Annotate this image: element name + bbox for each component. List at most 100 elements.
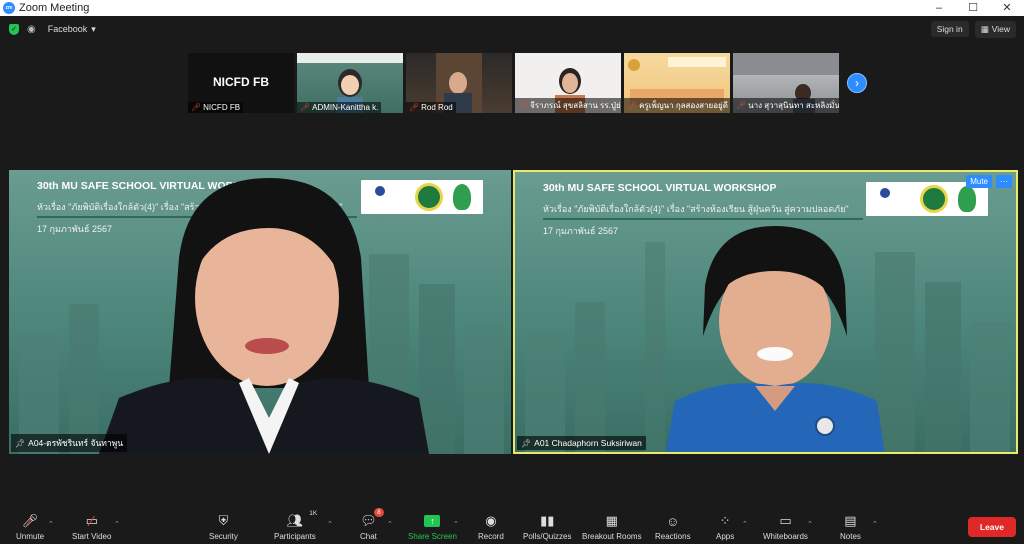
security-shield-icon[interactable]: ✓ [9,23,19,35]
participant-thumbnail[interactable]: NICFD FB 🎤︎ NICFD FB [188,53,294,113]
apps-button[interactable]: ⁘ Apps [716,512,734,541]
participant-name: A01 Chadaphorn Suksiriwan [534,438,642,448]
next-page-button[interactable]: › [847,73,867,93]
meeting-toolbar: 🎤︎ ⁄ Unmute ⌃ ▭ ⁄ Start Video ⌃ ⛨ Security… [0,508,1024,544]
mute-participant-button[interactable]: Mute [966,175,992,188]
more-options-button[interactable]: ··· [996,175,1012,188]
workshop-subtitle: หัวเรื่อง "ภัยพิบัติเรื่องใกล้ตัว(4)" เร… [543,204,849,214]
share-screen-button[interactable]: ↑ Share Screen [408,512,457,541]
maximize-button[interactable]: ☐ [956,0,990,16]
whiteboards-label: Whiteboards [763,532,808,541]
participants-label: Participants [274,532,316,541]
notes-label: Notes [840,532,861,541]
participant-name: ADMIN-Kanittha k. [312,103,379,112]
shield-icon: ⛨ [218,513,229,528]
breakout-grid-icon: ▦ [605,513,618,528]
share-options-chevron-icon[interactable]: ⌃ [453,520,459,528]
reactions-label: Reactions [655,532,691,541]
leave-button[interactable]: Leave [967,517,1016,537]
leaf-logo-icon [958,186,976,212]
minimize-button[interactable]: – [922,0,956,16]
mic-off-icon: 🎤︎ [627,101,638,110]
whiteboards-button[interactable]: ▭ Whiteboards [763,512,808,541]
smiley-icon: ☺ [666,513,680,529]
pin-icon: 📌︎ [15,438,26,448]
participant-name: A04-ดรพัชรินทร์ จันทาพูน [28,438,124,448]
unmute-button[interactable]: 🎤︎ ⁄ Unmute [16,512,45,542]
participants-options-chevron-icon[interactable]: ⌃ [327,520,333,528]
participant-name: Rod Rod [421,103,453,112]
notes-icon: ▤ [844,513,857,528]
participant-name: นาง สุวาสุนินทา สะหลิงมั่นยี่ ... [748,101,839,110]
participant-name: NICFD FB [203,103,241,112]
thumbnail-strip: NICFD FB 🎤︎ NICFD FB 🎤︎ ADMIN-Kanittha k. … [188,53,839,113]
pin-icon: 📌︎ [521,438,532,448]
video-options-chevron-icon[interactable]: ⌃ [114,520,120,528]
chevron-down-icon: ▾ [91,23,96,34]
mic-off-icon: 🎤︎ [409,103,420,112]
chat-unread-badge: 8 [374,508,384,517]
workshop-title: 30th MU SAFE SCHOOL VIRTUAL WORKSHOP [543,182,777,194]
polls-label: Polls/Quizzes [523,532,572,541]
participant-name: ครูเพ็ญนา กุลสองสายอยู่ดี [639,101,728,110]
connection-signal-icon[interactable]: ◉ [27,24,36,35]
share-screen-icon: ↑ [424,515,441,527]
participant-name: จีราภรณ์ สุขสลิสาน รร.ปู่ย่า [530,101,621,110]
video-off-icon: ▭ ⁄ [85,512,98,530]
record-button[interactable]: ◉ Record [478,512,504,541]
participants-icon: 👥︎ 1K [286,510,318,528]
participant-thumbnail[interactable]: 🎤︎ Rod Rod [406,53,512,113]
reactions-button[interactable]: ☺ Reactions [655,512,691,542]
mic-off-icon: 🎤︎ [736,101,747,110]
apps-icon: ⁘ [719,513,731,528]
mic-off-icon: 🎤︎ [518,101,529,110]
start-video-label: Start Video [72,532,112,541]
mic-off-icon: 🎤︎ [300,103,311,112]
emblem-logo-icon [920,185,948,213]
meeting-topbar: ✓ ◉ Facebook ▾ Sign in ▦ View [0,16,1024,42]
video-name-label: 📌︎ A01 Chadaphorn Suksiriwan [517,436,646,450]
sign-in-button[interactable]: Sign in [930,21,969,37]
chat-icon: 💬︎ 8 [360,508,384,530]
security-label: Security [209,532,238,541]
video-name-label: 📌︎ A04-ดรพัชรินทร์ จันทาพูน [11,434,128,452]
grid-icon: ▦ [980,23,989,34]
participant-thumbnail[interactable]: 🎤︎ ADMIN-Kanittha k. [297,53,403,113]
notes-button[interactable]: ▤ Notes [840,512,861,541]
zoom-logo-icon: zm [3,2,15,14]
university-logo-icon [880,188,890,198]
start-video-button[interactable]: ▭ ⁄ Start Video [72,512,112,542]
security-button[interactable]: ⛨ Security [209,512,238,541]
participant-thumbnail[interactable]: 🎤︎นาง สุวาสุนินทา สะหลิงมั่นยี่ ... [733,53,839,113]
active-speaker-video-tile[interactable]: 30th MU SAFE SCHOOL VIRTUAL WORKSHOP หัว… [513,170,1018,454]
participant-thumbnail[interactable]: 🎤︎ ครูเพ็ญนา กุลสองสายอยู่ดี [624,53,730,113]
share-screen-label: Share Screen [408,532,457,541]
breakout-label: Breakout Rooms [582,532,642,541]
participant-thumbnail[interactable]: 🎤︎ จีราภรณ์ สุขสลิสาน รร.ปู่ย่า [515,53,621,113]
mic-off-icon: 🎤︎ ⁄ [21,512,39,530]
participants-button[interactable]: 👥︎ 1K Participants [274,510,318,541]
polls-quizzes-button[interactable]: ▮▮ Polls/Quizzes [523,512,571,541]
main-video-tile[interactable]: 30th MU SAFE SCHOOL VIRTUAL WORKSHOP หัว… [9,170,511,454]
divider [543,218,863,220]
participants-count: 1K [309,510,318,517]
apps-label: Apps [716,532,735,541]
close-window-button[interactable]: ✕ [990,0,1024,16]
notes-options-chevron-icon[interactable]: ⌃ [872,520,878,528]
title-bar: zm Zoom Meeting – ☐ ✕ [0,0,1024,16]
view-button[interactable]: ▦ View [974,20,1016,38]
breakout-rooms-button[interactable]: ▦ Breakout Rooms [582,512,642,541]
chat-button[interactable]: 💬︎ 8 Chat [360,508,384,541]
whiteboards-options-chevron-icon[interactable]: ⌃ [807,520,813,528]
unmute-label: Unmute [16,532,45,541]
workshop-date: 17 กุมภาพันธ์ 2567 [543,226,618,236]
whiteboard-icon: ▭ [779,513,792,528]
chat-label: Chat [360,532,377,541]
audio-options-chevron-icon[interactable]: ⌃ [48,520,54,528]
mic-off-icon: 🎤︎ [191,103,202,112]
chat-options-chevron-icon[interactable]: ⌃ [387,520,393,528]
facebook-stream-button[interactable]: Facebook ▾ [48,24,96,35]
record-icon: ◉ [485,513,497,528]
apps-options-chevron-icon[interactable]: ⌃ [742,520,748,528]
participant-name-display: NICFD FB [213,75,269,89]
